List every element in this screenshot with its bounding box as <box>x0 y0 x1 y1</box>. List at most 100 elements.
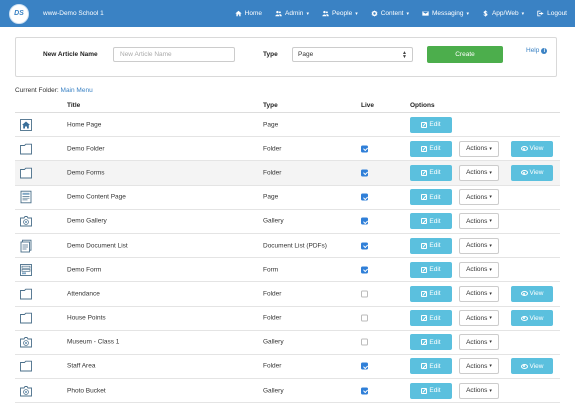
view-label: View <box>529 169 544 177</box>
live-checkbox[interactable] <box>361 387 368 395</box>
actions-dropdown-button[interactable]: Actions ▾ <box>459 164 499 181</box>
edit-label: Edit <box>429 338 441 346</box>
live-checkbox[interactable] <box>361 169 368 177</box>
actions-dropdown-button[interactable]: Actions ▾ <box>459 189 499 206</box>
live-checkbox[interactable] <box>361 266 368 274</box>
view-button[interactable]: View <box>511 164 553 181</box>
table-row: Photo Bucket Gallery Edit Actions ▾ <box>15 379 560 404</box>
live-checkbox[interactable] <box>361 217 368 225</box>
actions-dropdown-button[interactable]: Actions ▾ <box>459 213 499 230</box>
actions-label: Actions <box>466 290 488 298</box>
site-name[interactable]: www-Demo School 1 <box>43 10 104 17</box>
edit-button[interactable]: Edit <box>410 310 452 327</box>
folder-icon <box>20 312 32 324</box>
nav-home[interactable]: Home <box>235 10 262 17</box>
row-title: Demo Forms <box>67 169 105 177</box>
edit-button[interactable]: Edit <box>410 237 452 254</box>
dollar-icon <box>483 10 488 17</box>
actions-dropdown-button[interactable]: Actions ▾ <box>459 261 499 278</box>
edit-icon <box>421 290 428 297</box>
edit-button[interactable]: Edit <box>410 334 452 351</box>
actions-dropdown-button[interactable]: Actions ▾ <box>459 334 499 351</box>
header-title: Title <box>67 102 81 109</box>
edit-button[interactable]: Edit <box>410 285 452 302</box>
home-page-icon <box>20 118 32 131</box>
actions-label: Actions <box>466 314 488 322</box>
edit-button[interactable]: Edit <box>410 358 452 375</box>
row-type: Form <box>263 266 279 274</box>
row-type: Gallery <box>263 338 284 346</box>
gear-icon <box>371 10 378 17</box>
nav-admin[interactable]: Admin ▾ <box>275 10 309 17</box>
caret-down-icon: ▾ <box>306 10 309 17</box>
live-checkbox[interactable] <box>361 362 368 370</box>
new-article-name-input[interactable] <box>113 47 235 62</box>
row-type: Folder <box>263 145 282 153</box>
nav-content[interactable]: Content ▾ <box>371 10 409 17</box>
live-checkbox[interactable] <box>361 242 368 250</box>
live-checkbox[interactable] <box>361 290 368 298</box>
edit-label: Edit <box>429 242 441 250</box>
nav-messaging[interactable]: Messaging ▾ <box>422 10 469 17</box>
actions-dropdown-button[interactable]: Actions ▾ <box>459 358 499 375</box>
edit-button[interactable]: Edit <box>410 164 452 181</box>
row-title: Attendance <box>67 290 100 298</box>
top-navbar: DS www-Demo School 1 Home Admin ▾ People ▾ Co… <box>0 0 575 27</box>
row-type: Page <box>263 193 279 201</box>
actions-dropdown-button[interactable]: Actions ▾ <box>459 310 499 327</box>
actions-dropdown-button[interactable]: Actions ▾ <box>459 237 499 254</box>
row-type: Page <box>263 121 279 129</box>
actions-dropdown-button[interactable]: Actions ▾ <box>459 285 499 302</box>
folder-icon <box>20 167 32 179</box>
caret-down-icon: ▾ <box>489 315 492 322</box>
edit-button[interactable]: Edit <box>410 261 452 278</box>
nav-label: People <box>331 10 353 17</box>
nav-app-web[interactable]: App/Web ▾ <box>482 10 524 17</box>
live-checkbox[interactable] <box>361 145 368 153</box>
live-checkbox[interactable] <box>361 314 368 322</box>
nav-logout[interactable]: Logout <box>537 10 567 17</box>
actions-dropdown-button[interactable]: Actions ▾ <box>459 382 499 399</box>
breadcrumb-prefix: Current Folder: <box>15 87 59 94</box>
edit-icon <box>421 266 428 273</box>
caret-down-icon: ▾ <box>489 169 492 176</box>
view-button[interactable]: View <box>511 140 553 157</box>
type-select[interactable]: Page ▲ ▼ <box>292 47 413 62</box>
live-checkbox[interactable] <box>361 338 368 346</box>
view-button[interactable]: View <box>511 358 553 375</box>
edit-button[interactable]: Edit <box>410 189 452 206</box>
row-title: Photo Bucket <box>67 387 106 395</box>
nav-label: Home <box>244 10 262 17</box>
view-button[interactable]: View <box>511 285 553 302</box>
nav-people[interactable]: People ▾ <box>322 10 358 17</box>
caret-down-icon: ▾ <box>489 266 492 273</box>
table-row: Demo Forms Folder Edit Actions ▾ View <box>15 161 560 186</box>
edit-button[interactable]: Edit <box>410 382 452 399</box>
table-row: Demo Content Page Page Edit Actions ▾ <box>15 186 560 210</box>
row-title: Demo Document List <box>67 242 128 250</box>
caret-down-icon: ▾ <box>489 387 492 394</box>
help-link[interactable]: Help i <box>526 47 548 54</box>
help-label: Help <box>526 47 540 54</box>
type-label: Type <box>263 51 278 58</box>
school-logo[interactable]: DS <box>9 3 29 24</box>
edit-button[interactable]: Edit <box>410 116 452 133</box>
actions-label: Actions <box>466 338 488 346</box>
edit-icon <box>421 145 428 152</box>
eye-icon <box>520 291 528 297</box>
caret-down-icon: ▾ <box>466 10 469 17</box>
breadcrumb-folder-link[interactable]: Main Menu <box>61 87 93 94</box>
folder-icon <box>20 288 32 300</box>
caret-down-icon: ▾ <box>489 290 492 297</box>
table-row: House Points Folder Edit Actions ▾ View <box>15 307 560 331</box>
edit-button[interactable]: Edit <box>410 140 452 157</box>
live-checkbox[interactable] <box>361 193 368 201</box>
row-title: House Points <box>67 314 106 322</box>
edit-button[interactable]: Edit <box>410 213 452 230</box>
row-title: Demo Content Page <box>67 193 126 201</box>
create-button[interactable]: Create <box>427 46 503 63</box>
actions-label: Actions <box>466 145 488 153</box>
view-button[interactable]: View <box>511 310 553 327</box>
actions-dropdown-button[interactable]: Actions ▾ <box>459 140 499 157</box>
home-icon <box>235 10 242 17</box>
